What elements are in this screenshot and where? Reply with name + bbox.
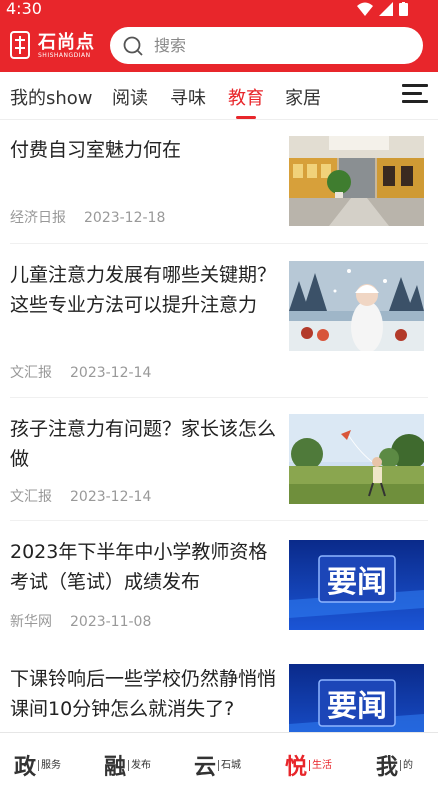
nav-rong-small: 发布: [128, 759, 151, 771]
nav-yun-small: 石城: [218, 759, 241, 771]
bottom-nav: 政服务 融发布 云石城 悦生活 我的: [0, 732, 438, 792]
yaowen-banner[interactable]: 要闻: [289, 540, 424, 630]
nav-zheng-big: 政: [14, 754, 37, 780]
divider: [10, 397, 428, 398]
yaowen-banner[interactable]: 要闻: [289, 664, 424, 732]
nav-yun-big: 云: [194, 754, 217, 780]
article-title[interactable]: 儿童注意力发展有哪些关键期？这些专业方法可以提升注意力: [10, 260, 278, 320]
study-room-photo[interactable]: [289, 136, 424, 226]
nav-yue-big: 悦: [285, 754, 308, 780]
nav-yue-shenghuo[interactable]: 悦生活: [285, 749, 332, 780]
tab-food[interactable]: 寻味: [170, 84, 206, 110]
status-time: 4:30: [6, 0, 42, 18]
article-date: 2023-11-08: [70, 614, 152, 630]
article-title[interactable]: 下课铃响后一些学校仍然静悄悄 课间10分钟怎么就消失了?: [10, 664, 278, 724]
logo-subtitle: SHISHANGDIAN: [38, 52, 91, 59]
tab-reading[interactable]: 阅读: [112, 84, 148, 110]
logo-mark-icon: [10, 31, 30, 59]
article-source: 新华网: [10, 614, 52, 630]
banner-text: 要闻: [327, 565, 387, 600]
article-meta: 新华网 2023-11-08: [10, 611, 151, 631]
article-source: 文汇报: [10, 489, 52, 505]
nav-wo-small: 的: [400, 759, 413, 771]
article-meta: 经济日报 2023-12-18: [10, 207, 165, 227]
child-snow-photo[interactable]: [289, 261, 424, 351]
active-tab-indicator: [236, 116, 256, 119]
article-source: 经济日报: [10, 210, 66, 226]
divider: [10, 243, 428, 244]
nav-zheng-fuwu[interactable]: 政服务: [14, 749, 61, 780]
battery-icon: [399, 2, 408, 16]
article-source: 文汇报: [10, 365, 52, 381]
status-bar: 4:30: [0, 0, 438, 18]
nav-wo-de[interactable]: 我的: [376, 749, 413, 780]
status-icons: [357, 2, 408, 16]
article-title[interactable]: 孩子注意力有问题？家长该怎么做: [10, 414, 278, 474]
article-title[interactable]: 2023年下半年中小学教师资格考试（笔试）成绩发布: [10, 537, 278, 597]
signal-icon: [379, 2, 393, 16]
search-icon: [123, 36, 143, 56]
article-meta: 文汇报 2023-12-14: [10, 486, 151, 506]
tab-education[interactable]: 教育: [228, 84, 264, 110]
app-logo[interactable]: 石尚点 SHISHANGDIAN: [8, 28, 100, 64]
divider: [10, 520, 428, 521]
nav-wo-big: 我: [376, 754, 399, 780]
category-tabs: 我的show 阅读 寻味 教育 家居: [0, 72, 438, 120]
search-input[interactable]: [154, 31, 404, 59]
news-list: 付费自习室魅力何在 经济日报 2023-12-18 儿童注意力发展有哪些关键期？…: [0, 121, 438, 732]
article-date: 2023-12-14: [70, 365, 152, 381]
search-bar[interactable]: [110, 27, 423, 64]
logo-name: 石尚点: [38, 32, 95, 53]
article-meta: 文汇报 2023-12-14: [10, 362, 151, 382]
article-title[interactable]: 付费自习室魅力何在: [10, 135, 278, 165]
tab-my-show[interactable]: 我的show: [10, 84, 93, 110]
app-header: 石尚点 SHISHANGDIAN: [0, 18, 438, 72]
nav-yue-small: 生活: [309, 759, 332, 771]
child-kite-photo[interactable]: [289, 414, 424, 504]
menu-icon[interactable]: [402, 82, 428, 106]
article-date: 2023-12-18: [84, 210, 166, 226]
banner-text: 要闻: [327, 689, 387, 724]
tab-home[interactable]: 家居: [285, 84, 321, 110]
nav-rong-fabu[interactable]: 融发布: [104, 749, 151, 780]
nav-rong-big: 融: [104, 754, 127, 780]
nav-zheng-small: 服务: [38, 759, 61, 771]
wifi-icon: [357, 2, 373, 16]
article-date: 2023-12-14: [70, 489, 152, 505]
nav-yun-shicheng[interactable]: 云石城: [194, 749, 241, 780]
